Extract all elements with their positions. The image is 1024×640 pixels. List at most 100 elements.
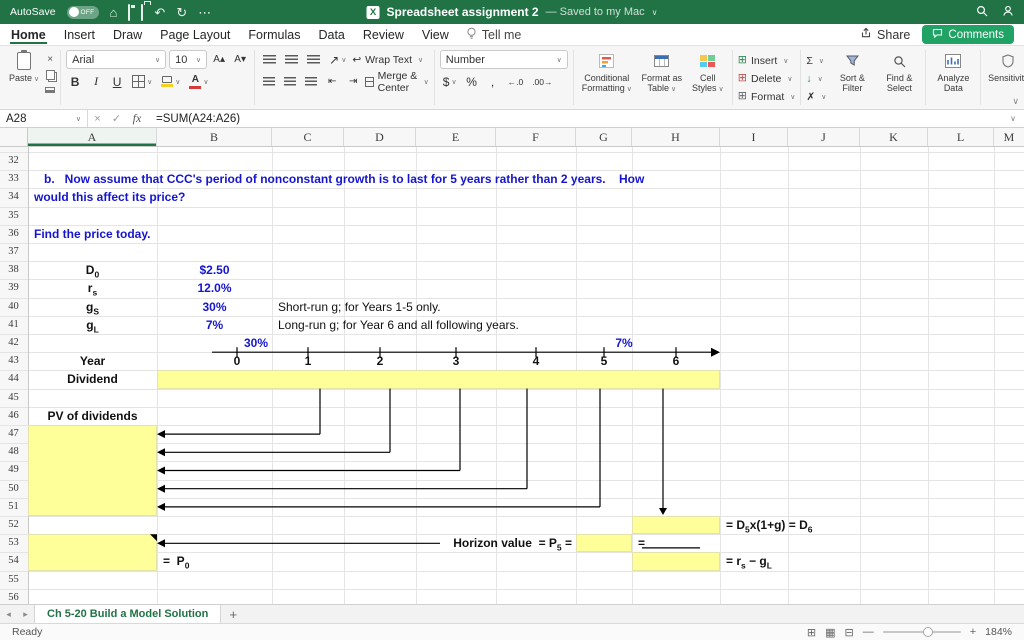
row-header-48[interactable]: 48 xyxy=(0,443,27,461)
paste-button[interactable]: Paste xyxy=(7,50,41,85)
insert-function-icon[interactable]: fx xyxy=(126,111,148,126)
column-header-L[interactable]: L xyxy=(928,128,994,146)
row-header-41[interactable]: 41 xyxy=(0,316,27,334)
cancel-icon[interactable]: × xyxy=(88,113,107,125)
row-header-44[interactable]: 44 xyxy=(0,370,27,388)
column-header-I[interactable]: I xyxy=(720,128,788,146)
decrease-decimal-button[interactable]: .00→ xyxy=(529,72,555,91)
menu-tab-insert[interactable]: Insert xyxy=(63,26,96,44)
column-header-A[interactable]: A xyxy=(28,128,157,146)
row-header-55[interactable]: 55 xyxy=(0,571,27,589)
merge-center-button[interactable]: Merge & Center xyxy=(365,74,429,89)
column-header-G[interactable]: G xyxy=(576,128,632,146)
sheet-nav-right-icon[interactable]: ▸ xyxy=(17,605,34,623)
sort-filter-button[interactable]: Sort & Filter xyxy=(830,50,874,95)
column-header-E[interactable]: E xyxy=(416,128,496,146)
row-header-36[interactable]: 36 xyxy=(0,225,27,243)
row-header-52[interactable]: 52 xyxy=(0,516,27,534)
row-header-35[interactable]: 35 xyxy=(0,207,27,225)
menu-tab-home[interactable]: Home xyxy=(10,26,47,44)
cell-H53[interactable]: = xyxy=(638,534,645,552)
row-header-56[interactable]: 56 xyxy=(0,589,27,604)
redo-icon[interactable]: ↻ xyxy=(176,6,187,19)
zoom-in-icon[interactable]: + xyxy=(970,626,976,638)
number-format-select[interactable]: Number∨ xyxy=(440,50,568,69)
row-header-38[interactable]: 38 xyxy=(0,261,27,279)
wrap-text-button[interactable]: ↩Wrap Text xyxy=(352,52,423,67)
column-header-B[interactable]: B xyxy=(157,128,272,146)
currency-button[interactable]: $ xyxy=(440,72,460,91)
row-header-47[interactable]: 47 xyxy=(0,425,27,443)
cell-A38[interactable]: D0 xyxy=(28,261,157,279)
format-as-table-button[interactable]: Format as Table xyxy=(639,50,685,95)
row-header-42[interactable]: 42 xyxy=(0,334,27,352)
font-name-select[interactable]: Arial∨ xyxy=(66,50,166,69)
cell-B40[interactable]: 30% xyxy=(157,298,272,316)
autosave-toggle[interactable]: OFF xyxy=(67,6,99,19)
cell-F53[interactable]: Horizon value = P5 = xyxy=(453,534,572,552)
cell-A46[interactable]: PV of dividends xyxy=(28,407,157,425)
align-bottom-icon[interactable] xyxy=(304,50,323,69)
align-right-icon[interactable] xyxy=(302,72,320,91)
menu-tab-view[interactable]: View xyxy=(421,26,450,44)
increase-decimal-button[interactable]: ←.0 xyxy=(505,72,527,91)
cut-icon[interactable]: × xyxy=(45,53,55,66)
home-icon[interactable]: ⌂ xyxy=(110,6,118,19)
comments-button[interactable]: Comments xyxy=(922,25,1014,44)
clear-button[interactable]: ✗ xyxy=(806,89,826,104)
fill-color-button[interactable] xyxy=(158,72,183,91)
cell-styles-button[interactable]: Cell Styles xyxy=(689,50,727,95)
grid-body[interactable]: 3132333435363738394041424344454647484950… xyxy=(0,147,1024,604)
zoom-level[interactable]: 184% xyxy=(985,626,1012,638)
cell-B54[interactable]: = P0 xyxy=(163,552,189,570)
cell-A39[interactable]: rs xyxy=(28,279,157,297)
cell-B38[interactable]: $2.50 xyxy=(157,261,272,279)
menu-tab-review[interactable]: Review xyxy=(362,26,405,44)
autosum-button[interactable]: Σ xyxy=(806,53,826,68)
print-icon[interactable] xyxy=(141,6,143,19)
formula-bar-expand-icon[interactable]: ∨ xyxy=(1002,114,1024,123)
cell-C40[interactable]: Short-run g; for Years 1-5 only. xyxy=(278,298,441,316)
ribbon-collapse-icon[interactable]: ∨ xyxy=(1012,96,1019,107)
menu-tab-data[interactable]: Data xyxy=(317,26,345,44)
row-header-39[interactable]: 39 xyxy=(0,279,27,297)
column-header-D[interactable]: D xyxy=(344,128,416,146)
column-header-C[interactable]: C xyxy=(272,128,344,146)
add-sheet-button[interactable]: + xyxy=(221,605,245,623)
row-header-51[interactable]: 51 xyxy=(0,498,27,516)
find-select-button[interactable]: Find & Select xyxy=(878,50,920,95)
percent-button[interactable]: % xyxy=(463,72,481,91)
conditional-formatting-button[interactable]: Conditional Formatting xyxy=(579,50,635,95)
zoom-knob[interactable] xyxy=(923,627,933,637)
zoom-out-icon[interactable]: — xyxy=(863,626,874,638)
column-header-H[interactable]: H xyxy=(632,128,720,146)
cell-A36[interactable]: Find the price today. xyxy=(34,225,150,243)
column-header-F[interactable]: F xyxy=(496,128,576,146)
column-header-M[interactable]: M xyxy=(994,128,1024,146)
orientation-button[interactable]: ↗ xyxy=(326,50,349,69)
highlighted-range[interactable] xyxy=(632,516,720,534)
fill-button[interactable]: ↓ xyxy=(806,71,826,86)
row-header-50[interactable]: 50 xyxy=(0,480,27,498)
select-all-corner[interactable] xyxy=(0,128,28,146)
menu-tab-draw[interactable]: Draw xyxy=(112,26,143,44)
share-button[interactable]: Share xyxy=(860,27,910,42)
borders-button[interactable] xyxy=(129,72,155,91)
normal-view-icon[interactable]: ⊞ xyxy=(807,626,816,639)
increase-indent-button[interactable]: ⇥ xyxy=(344,72,362,91)
highlighted-range[interactable] xyxy=(28,425,157,516)
document-save-status[interactable]: — Saved to my Mac xyxy=(546,6,645,18)
sheet-tab-active[interactable]: Ch 5-20 Build a Model Solution xyxy=(34,605,221,623)
row-header-34[interactable]: 34 xyxy=(0,188,27,206)
decrease-indent-button[interactable]: ⇤ xyxy=(323,72,341,91)
increase-font-size-button[interactable]: A▴ xyxy=(210,50,228,69)
page-layout-view-icon[interactable]: ▦ xyxy=(825,626,835,639)
row-header-54[interactable]: 54 xyxy=(0,552,27,570)
font-size-select[interactable]: 10∨ xyxy=(169,50,207,69)
highlighted-range[interactable] xyxy=(632,552,720,570)
cell-B41[interactable]: 7% xyxy=(157,316,272,334)
row-header-46[interactable]: 46 xyxy=(0,407,27,425)
row-header-33[interactable]: 33 xyxy=(0,170,27,188)
menu-tab-page-layout[interactable]: Page Layout xyxy=(159,26,231,44)
row-header-32[interactable]: 32 xyxy=(0,152,27,170)
